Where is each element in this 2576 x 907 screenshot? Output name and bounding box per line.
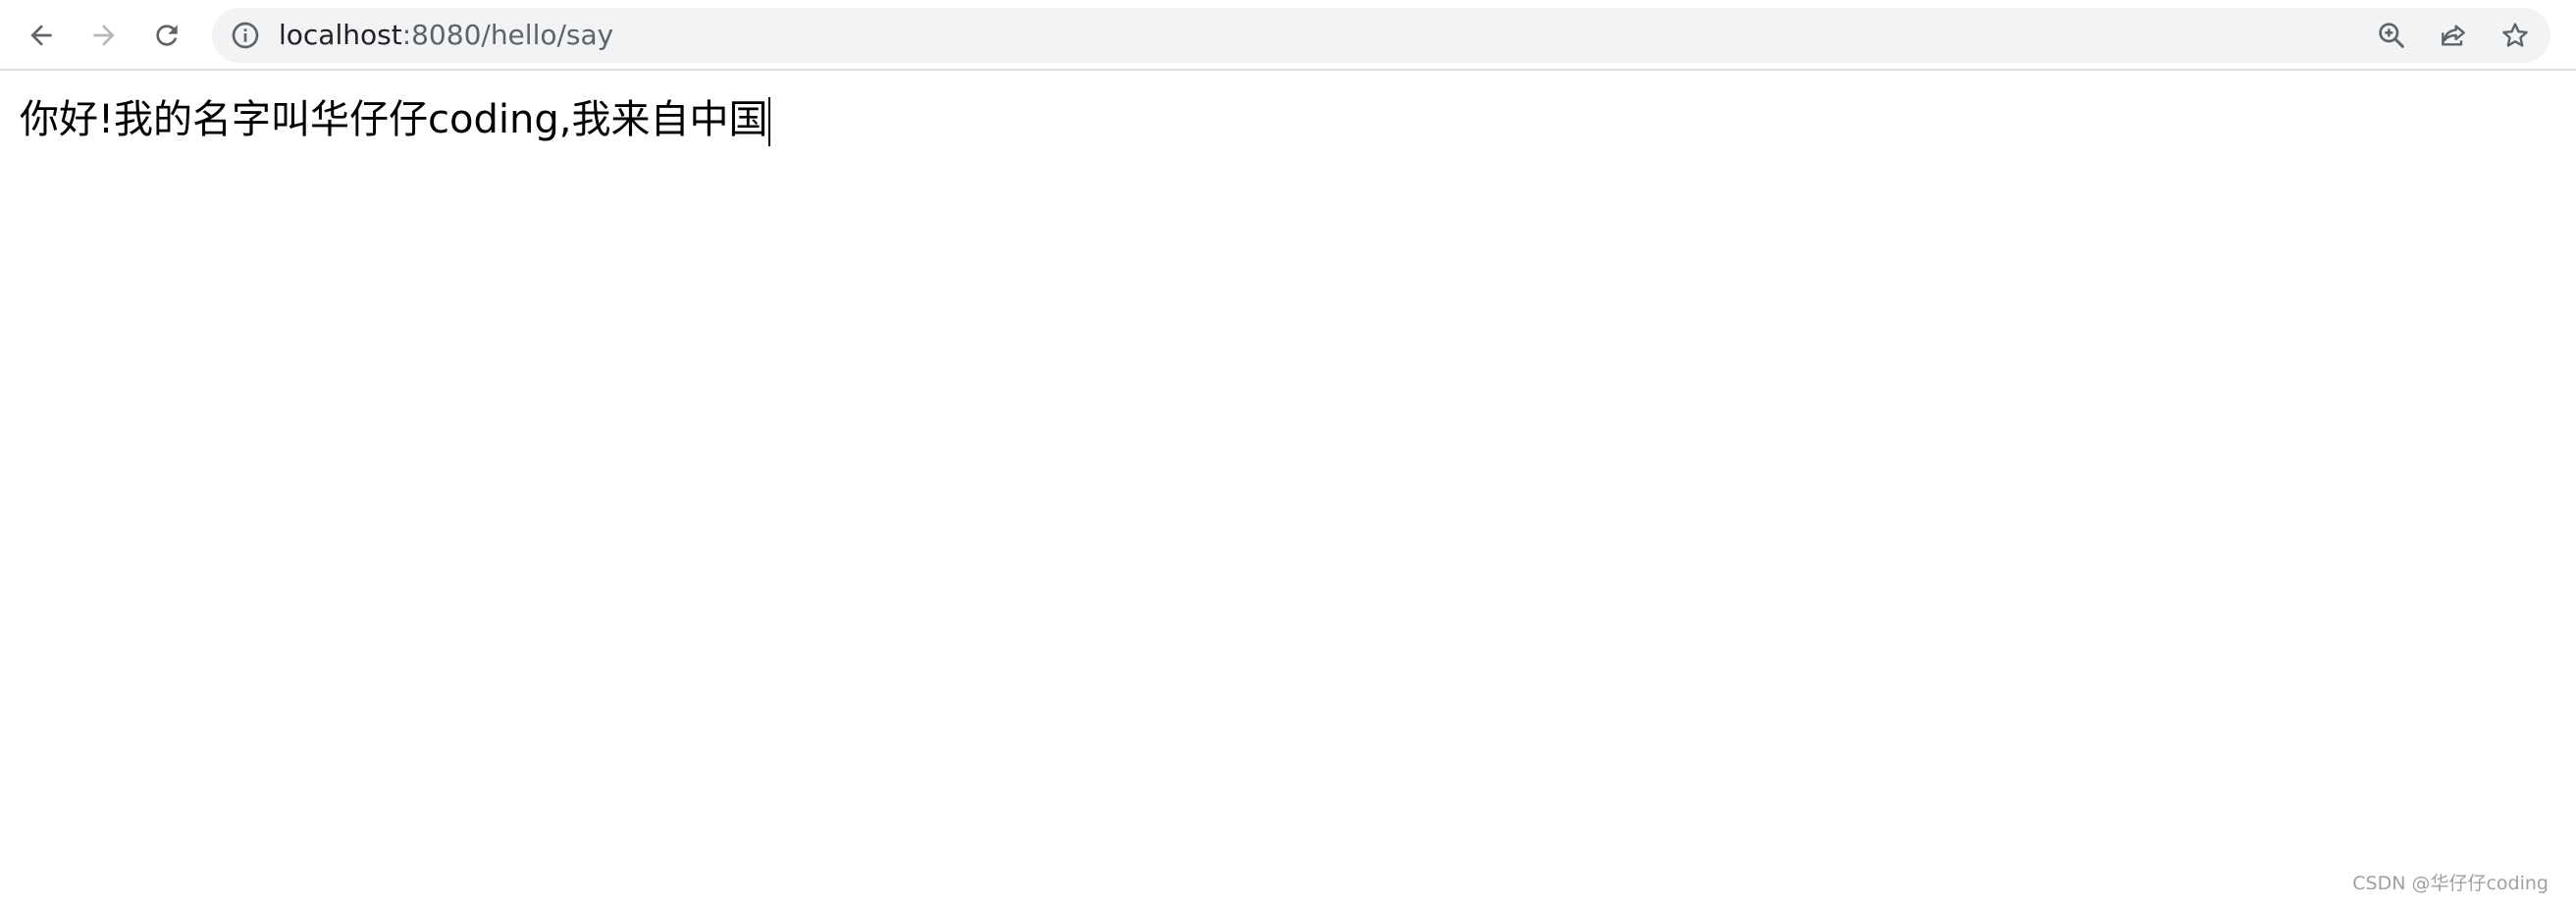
- star-icon: [2502, 23, 2528, 47]
- page-body-text: 你好!我的名字叫华仔仔coding,我来自中国: [20, 97, 768, 142]
- zoom-in-icon: [2379, 23, 2404, 48]
- back-button[interactable]: [18, 12, 65, 59]
- share-icon: [2442, 25, 2465, 46]
- info-icon[interactable]: [230, 20, 261, 51]
- arrow-left-icon: [30, 25, 52, 46]
- arrow-right-icon: [93, 25, 115, 46]
- text-caret: [768, 97, 771, 146]
- share-button[interactable]: [2436, 18, 2471, 53]
- browser-toolbar: localhost:8080/hello/say: [0, 0, 2576, 71]
- url-path: :8080/hello/say: [401, 19, 614, 51]
- watermark: CSDN @华仔仔coding: [2352, 873, 2549, 894]
- forward-button[interactable]: [80, 12, 128, 59]
- bookmark-button[interactable]: [2497, 18, 2533, 53]
- url-text[interactable]: localhost:8080/hello/say: [279, 8, 613, 63]
- reload-button[interactable]: [143, 12, 190, 59]
- address-bar[interactable]: localhost:8080/hello/say: [212, 8, 2550, 63]
- page-body: 你好!我的名字叫华仔仔coding,我来自中国: [20, 90, 771, 149]
- zoom-button[interactable]: [2374, 18, 2409, 53]
- reload-icon: [156, 25, 178, 46]
- url-host: localhost: [279, 19, 402, 51]
